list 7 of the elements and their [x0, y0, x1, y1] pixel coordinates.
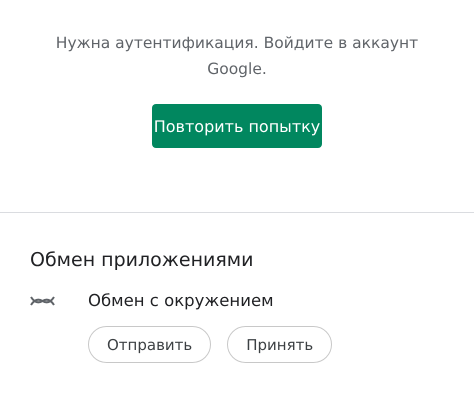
send-button[interactable]: Отправить [88, 326, 212, 363]
section-title: Обмен приложениями [30, 249, 254, 271]
receive-button[interactable]: Принять [227, 326, 332, 363]
retry-button[interactable]: Повторить попытку [152, 104, 322, 148]
nearby-share-label: Обмен с окружением [88, 291, 274, 310]
nearby-share-icon [30, 294, 55, 306]
auth-message: Нужна аутентификация. Войдите в аккаунт Google. [54, 33, 420, 80]
